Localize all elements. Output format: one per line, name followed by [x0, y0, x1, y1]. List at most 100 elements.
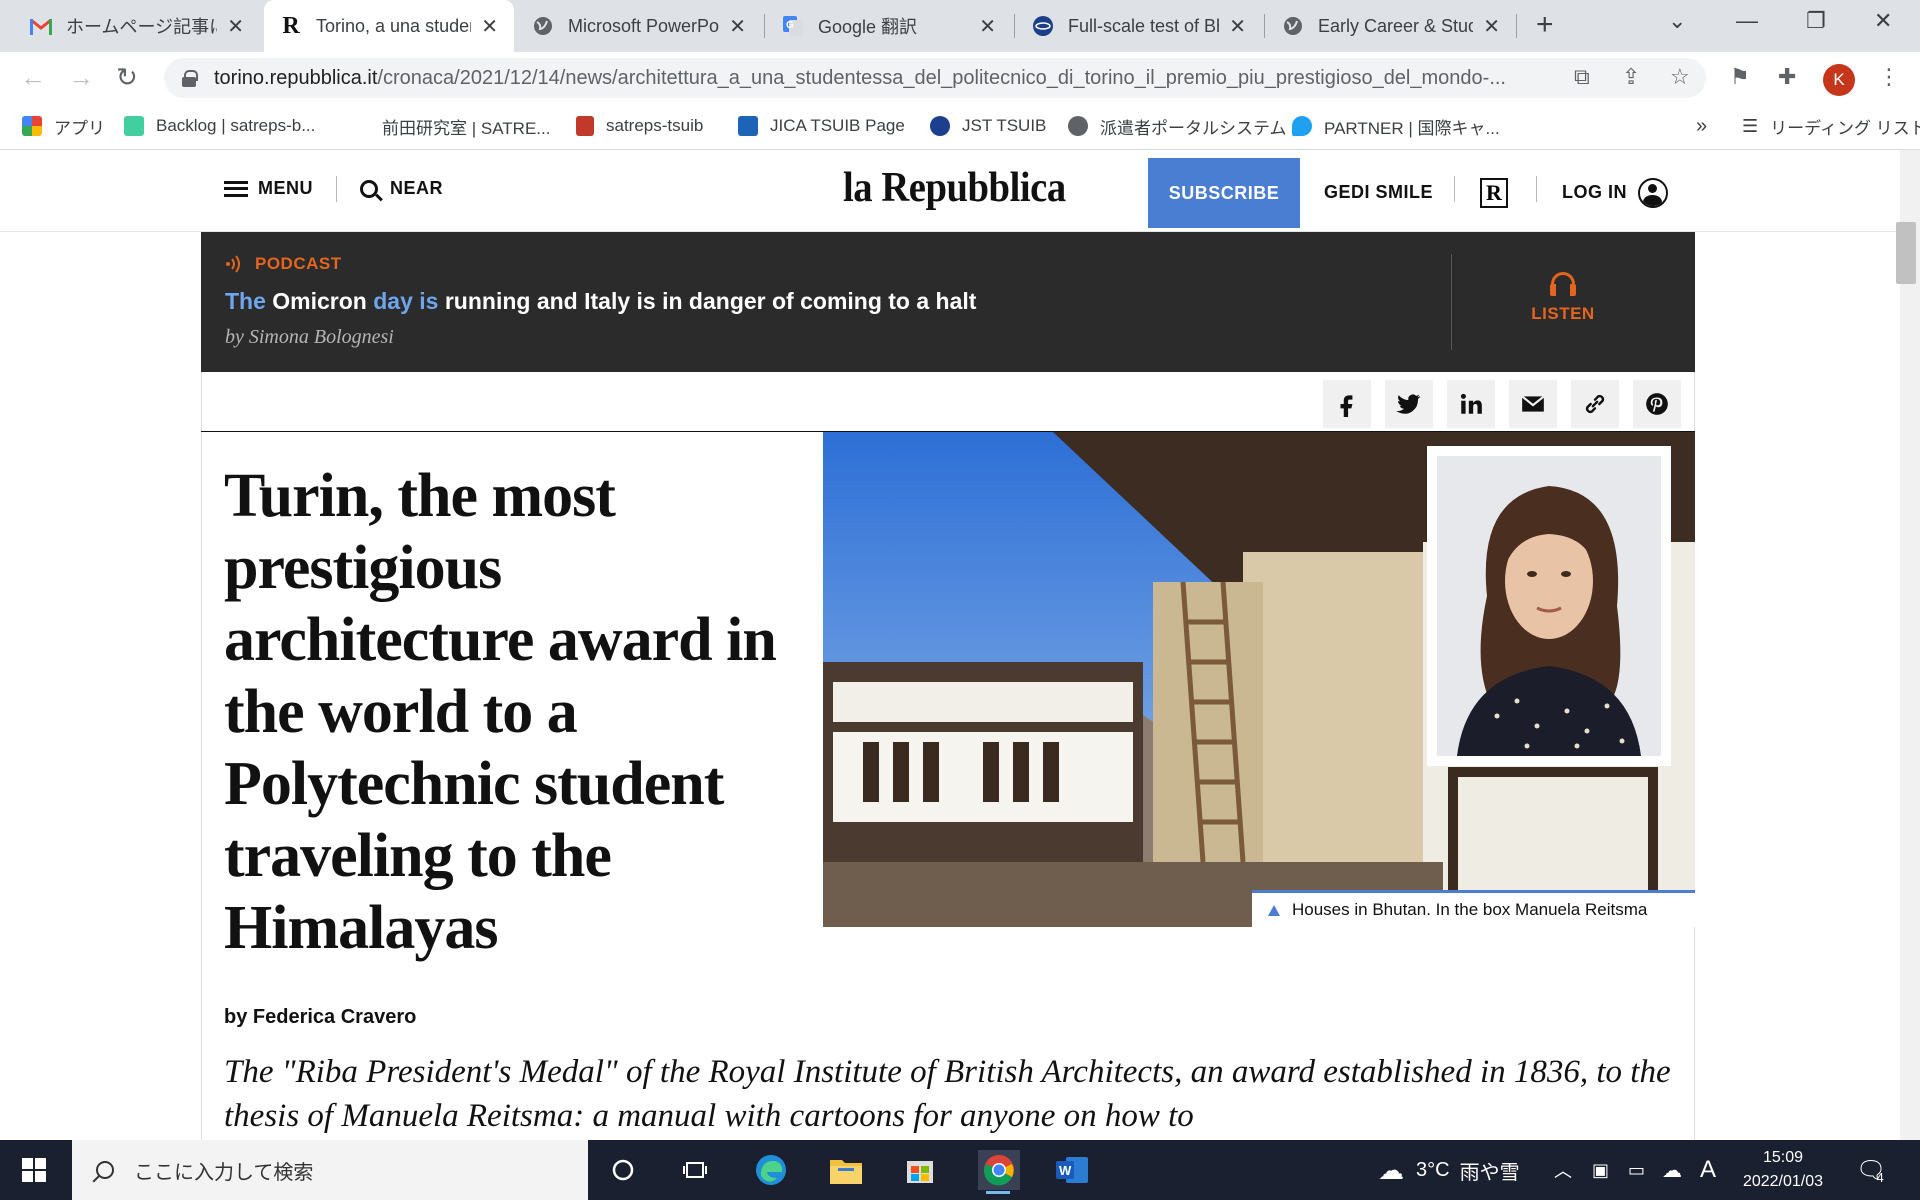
bookmark-partner[interactable]: PARTNER | 国際キャ... [1292, 102, 1500, 150]
onedrive-cloud-icon[interactable]: ☁ [1662, 1140, 1682, 1200]
close-window-icon[interactable]: ✕ [1874, 8, 1892, 34]
meet-now-icon[interactable]: ▣ [1592, 1140, 1609, 1200]
ime-indicator[interactable]: A [1700, 1140, 1716, 1200]
reading-list[interactable]: ☰ リーディング リスト [1742, 102, 1920, 150]
translate-page-icon[interactable]: ⧉ [1574, 64, 1590, 90]
listen-button[interactable]: LISTEN [1485, 272, 1641, 324]
menu-button[interactable]: MENU [224, 178, 313, 199]
tab-repubblica[interactable]: R Torino, a una studen ✕ [264, 0, 514, 52]
notifications-icon[interactable]: 🗨 4 [1856, 1140, 1886, 1200]
inset-portrait-manuela-reitsma [1427, 446, 1671, 766]
bookmark-satreps-tsuib[interactable]: satreps-tsuib [576, 102, 703, 150]
linkedin-icon[interactable] [1447, 380, 1495, 428]
profile-avatar[interactable]: K [1823, 64, 1855, 96]
tab-separator [1264, 14, 1265, 38]
jst-icon [930, 116, 950, 136]
search-icon [96, 1161, 114, 1179]
tab-early-career[interactable]: Early Career & Stud ✕ [1266, 0, 1516, 52]
cortana-circle-icon[interactable] [603, 1150, 643, 1190]
clock-time: 15:09 [1762, 1149, 1804, 1166]
tab-google-translate[interactable]: G Google 翻訳 ✕ [766, 0, 1012, 52]
byline-author[interactable]: Federica Cravero [253, 1006, 416, 1028]
windows-start-icon[interactable] [22, 1158, 46, 1182]
bookmark-maeda-lab[interactable]: 前田研究室 | SATRE... [382, 102, 550, 150]
minimize-icon[interactable]: — [1736, 8, 1758, 34]
podcast-label: PODCAST [225, 254, 342, 274]
site-logo[interactable]: la Repubblica [843, 164, 1066, 212]
task-view-icon[interactable] [676, 1150, 716, 1190]
tab-full-scale-test[interactable]: Full-scale test of Bh ✕ [1016, 0, 1262, 52]
network-icon[interactable]: ▭ [1628, 1140, 1645, 1200]
header-divider [1536, 176, 1537, 202]
edge-browser-icon[interactable] [751, 1150, 791, 1190]
microsoft-store-icon[interactable] [900, 1150, 940, 1190]
site-header: MENU NEAR la Repubblica SUBSCRIBE GEDI S… [0, 150, 1900, 232]
byline-prefix: by [224, 1006, 248, 1028]
near-label: NEAR [390, 178, 444, 198]
windows-taskbar: ここに入力して検索 W ☁ 3°C 雨や雪 ︿ ▣ ▭ ☁ A 15:09 20… [0, 1140, 1920, 1200]
system-clock[interactable]: 15:09 2022/01/03 [1738, 1146, 1828, 1194]
close-tab-icon[interactable]: ✕ [1483, 14, 1500, 39]
close-tab-icon[interactable]: ✕ [1229, 14, 1246, 39]
bookmark-label: Backlog | satreps-b... [156, 116, 316, 135]
file-explorer-icon[interactable] [826, 1150, 866, 1190]
reload-icon[interactable]: ↻ [116, 62, 138, 93]
close-tab-icon[interactable]: ✕ [481, 14, 498, 39]
subscribe-button[interactable]: SUBSCRIBE [1148, 158, 1300, 228]
podcast-title-part: running and Italy is in danger of coming… [438, 288, 977, 314]
more-menu-icon[interactable]: ⋮ [1878, 64, 1900, 90]
bookmark-jst[interactable]: JST TSUIB [930, 102, 1046, 150]
bookmark-star-icon[interactable]: ☆ [1670, 64, 1690, 90]
reading-list-label: リーディング リスト [1770, 118, 1920, 138]
tab-gmail[interactable]: ホームページ記事につい ✕ [14, 0, 260, 52]
page-scrollbar[interactable] [1900, 150, 1920, 1140]
article-byline: by Federica Cravero [224, 1006, 416, 1029]
twitter-icon[interactable] [1385, 380, 1433, 428]
share-icon[interactable]: ⇪ [1622, 64, 1640, 90]
bookmark-jica[interactable]: JICA TSUIB Page [738, 102, 905, 150]
new-tab-button[interactable]: + [1536, 10, 1554, 40]
chrome-icon[interactable] [978, 1150, 1020, 1194]
tab-label: Torino, a una studen [316, 15, 472, 36]
gedi-smile-link[interactable]: GEDI SMILE [1324, 182, 1433, 203]
podcast-title-part: day is [373, 288, 439, 314]
scrollbar-thumb[interactable] [1896, 222, 1916, 284]
close-tab-icon[interactable]: ✕ [729, 14, 746, 39]
cloud-icon [1292, 116, 1312, 136]
jica-icon [738, 116, 758, 136]
close-tab-icon[interactable]: ✕ [227, 14, 244, 39]
forward-arrow-icon[interactable]: → [68, 62, 94, 93]
bookmarks-overflow[interactable]: » [1696, 102, 1707, 150]
restore-icon[interactable]: ❐ [1806, 8, 1826, 34]
tab-powerpoint[interactable]: Microsoft PowerPo ✕ [516, 0, 762, 52]
user-account-icon[interactable] [1638, 178, 1668, 208]
caption-triangle-icon [1268, 904, 1280, 916]
login-link[interactable]: LOG IN [1562, 182, 1627, 203]
link-icon[interactable] [1571, 380, 1619, 428]
bookmark-portal[interactable]: 派遣者ポータルシステム [1068, 102, 1287, 150]
rain-snow-cloud-icon: ☁ [1378, 1154, 1404, 1185]
tray-overflow-chevron-icon[interactable]: ︿ [1554, 1140, 1572, 1200]
browser-toolbar: ← → ↻ torino.repubblica.it /cronaca/2021… [0, 52, 1920, 102]
extensions-puzzle-icon[interactable]: ✚ [1778, 64, 1796, 90]
podcast-title-part: Omicron [265, 288, 374, 314]
bookmark-backlog[interactable]: Backlog | satreps-b... [124, 102, 315, 150]
close-tab-icon[interactable]: ✕ [979, 14, 996, 39]
taskbar-search-box[interactable]: ここに入力して検索 [72, 1140, 588, 1200]
tab-search-chevron-icon[interactable]: ⌄ [1668, 8, 1686, 34]
globe-icon [532, 15, 554, 37]
bookmark-apps[interactable]: アプリ [22, 102, 105, 150]
weather-widget[interactable]: ☁ 3°C 雨や雪 [1378, 1140, 1520, 1200]
pinterest-icon[interactable] [1633, 380, 1681, 428]
back-arrow-icon[interactable]: ← [20, 62, 46, 93]
podcast-banner[interactable]: PODCAST The Omicron day is running and I… [201, 232, 1695, 372]
word-icon[interactable]: W [1052, 1150, 1092, 1190]
extension-flag-icon[interactable]: ⚑ [1730, 64, 1750, 90]
mail-icon[interactable] [1509, 380, 1557, 428]
address-bar[interactable]: torino.repubblica.it /cronaca/2021/12/14… [164, 58, 1706, 98]
rep-premium-icon[interactable]: R [1480, 178, 1508, 208]
facebook-icon[interactable] [1323, 380, 1371, 428]
near-button[interactable]: NEAR [360, 178, 443, 199]
lock-icon[interactable] [182, 70, 198, 87]
podcast-title[interactable]: The Omicron day is running and Italy is … [225, 288, 976, 315]
